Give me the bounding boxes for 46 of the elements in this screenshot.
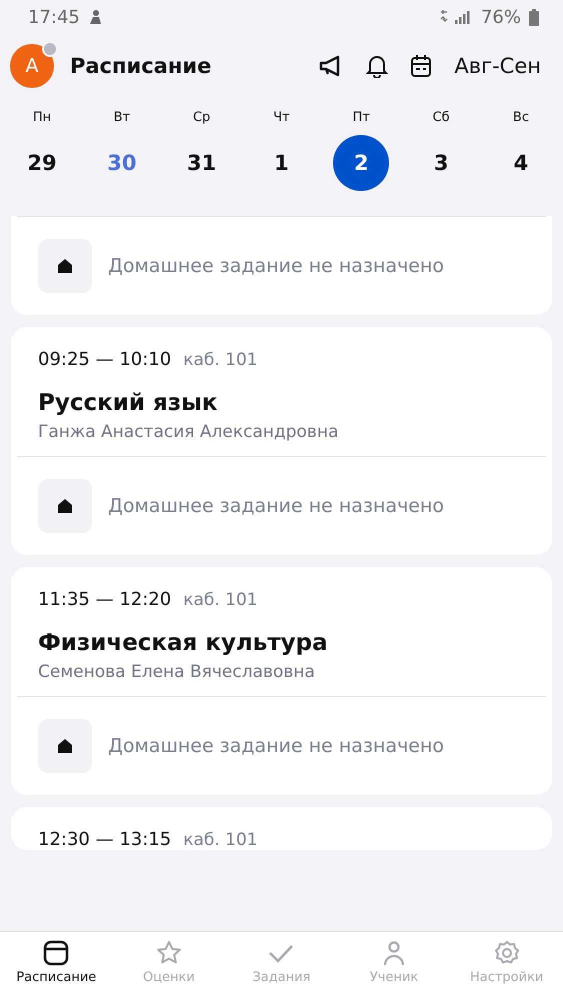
star-icon — [156, 940, 182, 966]
date-button[interactable]: 29 — [14, 135, 70, 191]
room-label: каб. 101 — [183, 590, 258, 610]
weekday-label: Пн — [32, 110, 52, 125]
date-button[interactable]: 4 — [492, 135, 549, 191]
date-button[interactable]: 1 — [253, 135, 310, 191]
lesson-card[interactable]: 09:25 — 10:10 каб. 101 Русский язык Ганжа Анастасия Александровна Домашнее задание не назначено — [11, 327, 552, 555]
calendar-icon[interactable] — [410, 54, 432, 78]
subject-name: Физическая культура — [37, 629, 329, 656]
page-title: Расписание — [70, 54, 212, 78]
nav-tab[interactable]: Расписание — [0, 932, 113, 1000]
date-button[interactable]: 2 — [333, 135, 390, 191]
home-icon — [38, 239, 92, 293]
battery-level: 76% — [480, 6, 521, 28]
lesson-time: 12:30 — 13:15 — [38, 829, 172, 850]
lesson-time: 11:35 — 12:20 — [38, 589, 172, 610]
lesson-card[interactable]: Домашнее задание не назначено — [11, 216, 552, 315]
weekday-label: Пт — [352, 110, 370, 125]
date-button[interactable]: 30 — [94, 135, 150, 191]
weekday-label: Вс — [512, 110, 529, 125]
room-label: каб. 101 — [183, 350, 258, 370]
homework-status: Домашнее задание не назначено — [108, 735, 444, 757]
date-button[interactable]: 3 — [413, 135, 470, 191]
period-selector[interactable]: Авг-Сен — [454, 54, 541, 78]
teacher-name: Ганжа Анастасия Александровна — [37, 421, 340, 444]
homework-status: Домашнее задание не назначено — [108, 255, 444, 277]
home-icon — [38, 479, 92, 533]
teacher-name: Семенова Елена Вячеславовна — [37, 661, 316, 684]
home-icon — [38, 719, 92, 773]
lesson-card[interactable]: 11:35 — 12:20 каб. 101 Физическая культура Семенова Елена Вячеславовна Домашнее задание не назначено — [11, 567, 552, 795]
weekday-label: Сб — [432, 110, 450, 125]
subject-name: Русский язык — [37, 389, 219, 416]
homework-status: Домашнее задание не назначено — [108, 495, 444, 517]
weekday-label: Вт — [114, 110, 130, 125]
lesson-time: 09:25 — 10:10 — [38, 349, 172, 370]
date-button[interactable]: 31 — [174, 135, 230, 191]
status-time: 17:45 — [28, 6, 80, 28]
room-label: каб. 101 — [183, 830, 258, 850]
lesson-card[interactable]: 12:30 — 13:15 каб. 101 — [11, 807, 552, 850]
calendar-icon — [43, 940, 70, 966]
settings-icon — [494, 940, 520, 966]
battery-icon — [529, 8, 539, 26]
weekday-label: Чт — [273, 110, 290, 125]
weekday-label: Ср — [192, 110, 210, 125]
notification-icon — [88, 9, 102, 25]
bell-icon[interactable] — [366, 54, 388, 78]
